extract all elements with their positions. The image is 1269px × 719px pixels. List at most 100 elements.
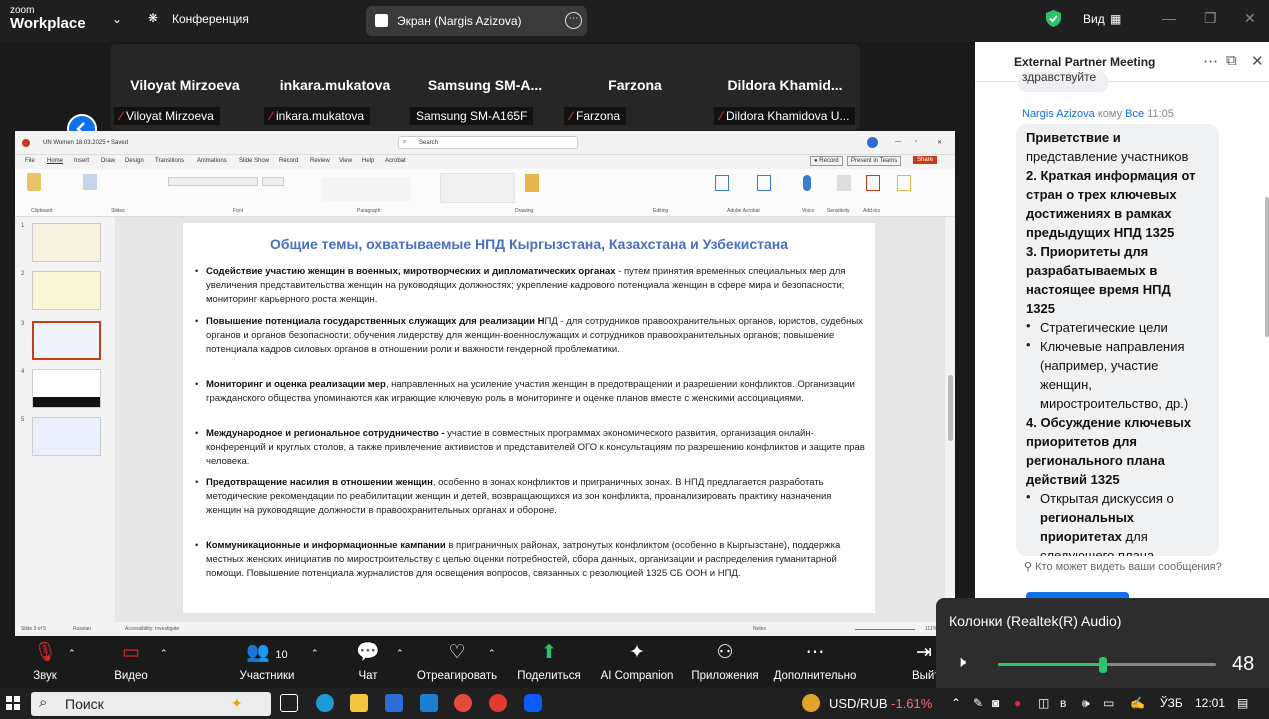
tab-help[interactable]: Help — [362, 158, 374, 164]
maximize-icon[interactable]: ❐ — [1204, 10, 1217, 27]
currency-widget[interactable]: USD/RUB -1.61% — [829, 696, 932, 711]
view-grid-icon[interactable]: ▦ — [1110, 12, 1121, 26]
windows-start-icon[interactable] — [6, 696, 20, 710]
screen-share-pill[interactable]: Экран (Nargis Azizova) ⋯ — [366, 6, 587, 36]
create-pdf-icon[interactable] — [715, 175, 729, 191]
volume-knob[interactable] — [1098, 657, 1107, 673]
audio-options-chevron-icon[interactable]: ⌃ — [68, 648, 76, 659]
chat-close-icon[interactable]: ✕ — [1251, 52, 1264, 70]
tab-draw[interactable]: Draw — [101, 158, 115, 164]
current-slide[interactable]: Общие темы, охватываемые НПД Кыргызстана… — [183, 223, 875, 613]
zoom-taskbar-icon[interactable] — [524, 694, 542, 712]
participants-button[interactable]: 👥 10 Участники — [222, 636, 312, 688]
react-button[interactable]: ♡ Отреагировать — [412, 636, 502, 688]
tab-transitions[interactable]: Transitions — [155, 158, 184, 164]
language-status[interactable]: Russian — [73, 626, 91, 632]
video-options-chevron-icon[interactable]: ⌃ — [160, 648, 168, 659]
paste-icon[interactable] — [27, 173, 41, 191]
chat-options-chevron-icon[interactable]: ⌃ — [396, 648, 404, 659]
participant-tile-2[interactable]: inkara.mukatova — [260, 77, 410, 93]
tab-animations[interactable]: Animations — [197, 158, 227, 164]
edge-icon[interactable] — [316, 694, 334, 712]
tab-slideshow[interactable]: Slide Show — [239, 158, 269, 164]
logo-chevron-icon[interactable]: ⌄ — [112, 12, 122, 26]
sensitivity-icon[interactable] — [837, 175, 851, 191]
clock[interactable]: 12:01 — [1195, 696, 1225, 710]
tab-record[interactable]: Record — [279, 158, 298, 164]
ppt-minimize-icon[interactable]: — — [895, 139, 901, 145]
audio-button[interactable]: 🎙 Звук — [0, 636, 90, 688]
slide-thumb-2[interactable] — [32, 271, 101, 310]
addins-icon[interactable] — [866, 175, 880, 191]
ai-companion-button[interactable]: ✦ AI Companion — [592, 636, 682, 688]
sender-name[interactable]: Nargis Azizova — [1022, 108, 1095, 120]
ppt-search-box[interactable]: ⌕ Search — [398, 136, 578, 149]
tab-review[interactable]: Review — [310, 158, 330, 164]
task-view-icon[interactable] — [280, 694, 298, 712]
present-teams-button[interactable]: Present in Teams — [847, 156, 902, 166]
more-options-icon[interactable]: ⋯ — [565, 12, 582, 29]
share-outlook-icon[interactable] — [757, 175, 771, 191]
tray-antivirus-icon[interactable]: ● — [1014, 696, 1021, 710]
ppt-maximize-icon[interactable]: ▫ — [915, 139, 917, 145]
notes-button[interactable]: Notes — [753, 626, 766, 632]
language-indicator[interactable]: ЎЗБ — [1160, 696, 1183, 710]
tray-battery-icon[interactable]: ▭ — [1103, 696, 1114, 710]
video-button[interactable]: ▭ Видео — [86, 636, 176, 688]
file-explorer-icon[interactable] — [350, 694, 368, 712]
ppt-close-icon[interactable]: ✕ — [937, 139, 942, 146]
share-screen-button[interactable]: ⬆ Поделиться — [504, 636, 594, 688]
tray-pen-icon[interactable]: ✎ — [973, 696, 983, 710]
tab-insert[interactable]: Insert — [74, 158, 89, 164]
slide-thumb-3[interactable] — [32, 321, 101, 360]
react-options-chevron-icon[interactable]: ⌃ — [488, 648, 496, 659]
tab-acrobat[interactable]: Acrobat — [385, 158, 406, 164]
tray-chevron-icon[interactable]: ⌃ — [951, 696, 961, 710]
tab-file[interactable]: File — [25, 158, 35, 164]
tab-design[interactable]: Design — [125, 158, 144, 164]
dictate-icon[interactable] — [803, 175, 811, 191]
share-button[interactable]: Share — [913, 156, 938, 164]
shield-icon[interactable] — [1045, 9, 1062, 28]
leave-button[interactable]: ⇥ Выйт — [896, 636, 936, 688]
tray-bluetooth-icon[interactable]: ʙ — [1060, 696, 1066, 710]
slide-thumb-1[interactable] — [32, 223, 101, 262]
participant-tile-5[interactable]: Dildora Khamid... — [710, 77, 860, 93]
close-icon[interactable]: ✕ — [1244, 10, 1256, 27]
share-scrollbar[interactable] — [948, 375, 953, 441]
editing-controls[interactable] — [637, 174, 701, 204]
mail-icon[interactable] — [420, 694, 438, 712]
tray-input-icon[interactable]: ✍ — [1130, 696, 1145, 710]
more-button[interactable]: ⋯ Дополнительно — [770, 636, 860, 688]
font-size-field[interactable] — [262, 177, 284, 186]
chrome-icon[interactable] — [454, 694, 472, 712]
chat-button[interactable]: 💬 Чат — [323, 636, 413, 688]
zoom-slider[interactable] — [855, 629, 915, 630]
paragraph-controls[interactable] — [321, 177, 411, 201]
yandex-icon[interactable] — [489, 694, 507, 712]
avatar[interactable] — [867, 137, 878, 148]
apps-button[interactable]: ⚇ Приложения — [680, 636, 770, 688]
chat-scrollbar[interactable] — [1265, 197, 1269, 337]
taskbar-search[interactable]: ⌕ Поиск ✦ — [31, 692, 271, 716]
participants-options-chevron-icon[interactable]: ⌃ — [311, 648, 319, 659]
who-can-see-link[interactable]: ⚲ Кто может видеть ваши сообщения? — [1024, 560, 1222, 573]
shapes-gallery[interactable] — [440, 173, 515, 203]
participant-tile-1[interactable]: Viloyat Mirzoeva — [110, 77, 260, 93]
tray-app-icon[interactable]: ◙ — [992, 696, 999, 710]
designer-icon[interactable] — [897, 175, 911, 191]
speaker-icon[interactable]: 🕨 — [956, 654, 966, 672]
chat-more-icon[interactable]: ⋯ — [1203, 52, 1218, 70]
notifications-icon[interactable]: ▤ — [1237, 696, 1248, 710]
conference-label[interactable]: Конференция — [172, 12, 249, 26]
tab-view[interactable]: View — [339, 158, 352, 164]
accessibility-status[interactable]: Accessibility: Investigate — [125, 626, 179, 632]
arrange-icon[interactable] — [525, 174, 539, 192]
slide-thumb-5[interactable] — [32, 417, 101, 456]
tray-network-icon[interactable]: ◫ — [1038, 696, 1049, 710]
font-name-field[interactable] — [168, 177, 258, 186]
tray-volume-icon[interactable]: 🕪 — [1082, 696, 1090, 711]
new-slide-icon[interactable] — [83, 174, 97, 190]
volume-slider[interactable] — [998, 657, 1216, 673]
store-icon[interactable] — [385, 694, 403, 712]
